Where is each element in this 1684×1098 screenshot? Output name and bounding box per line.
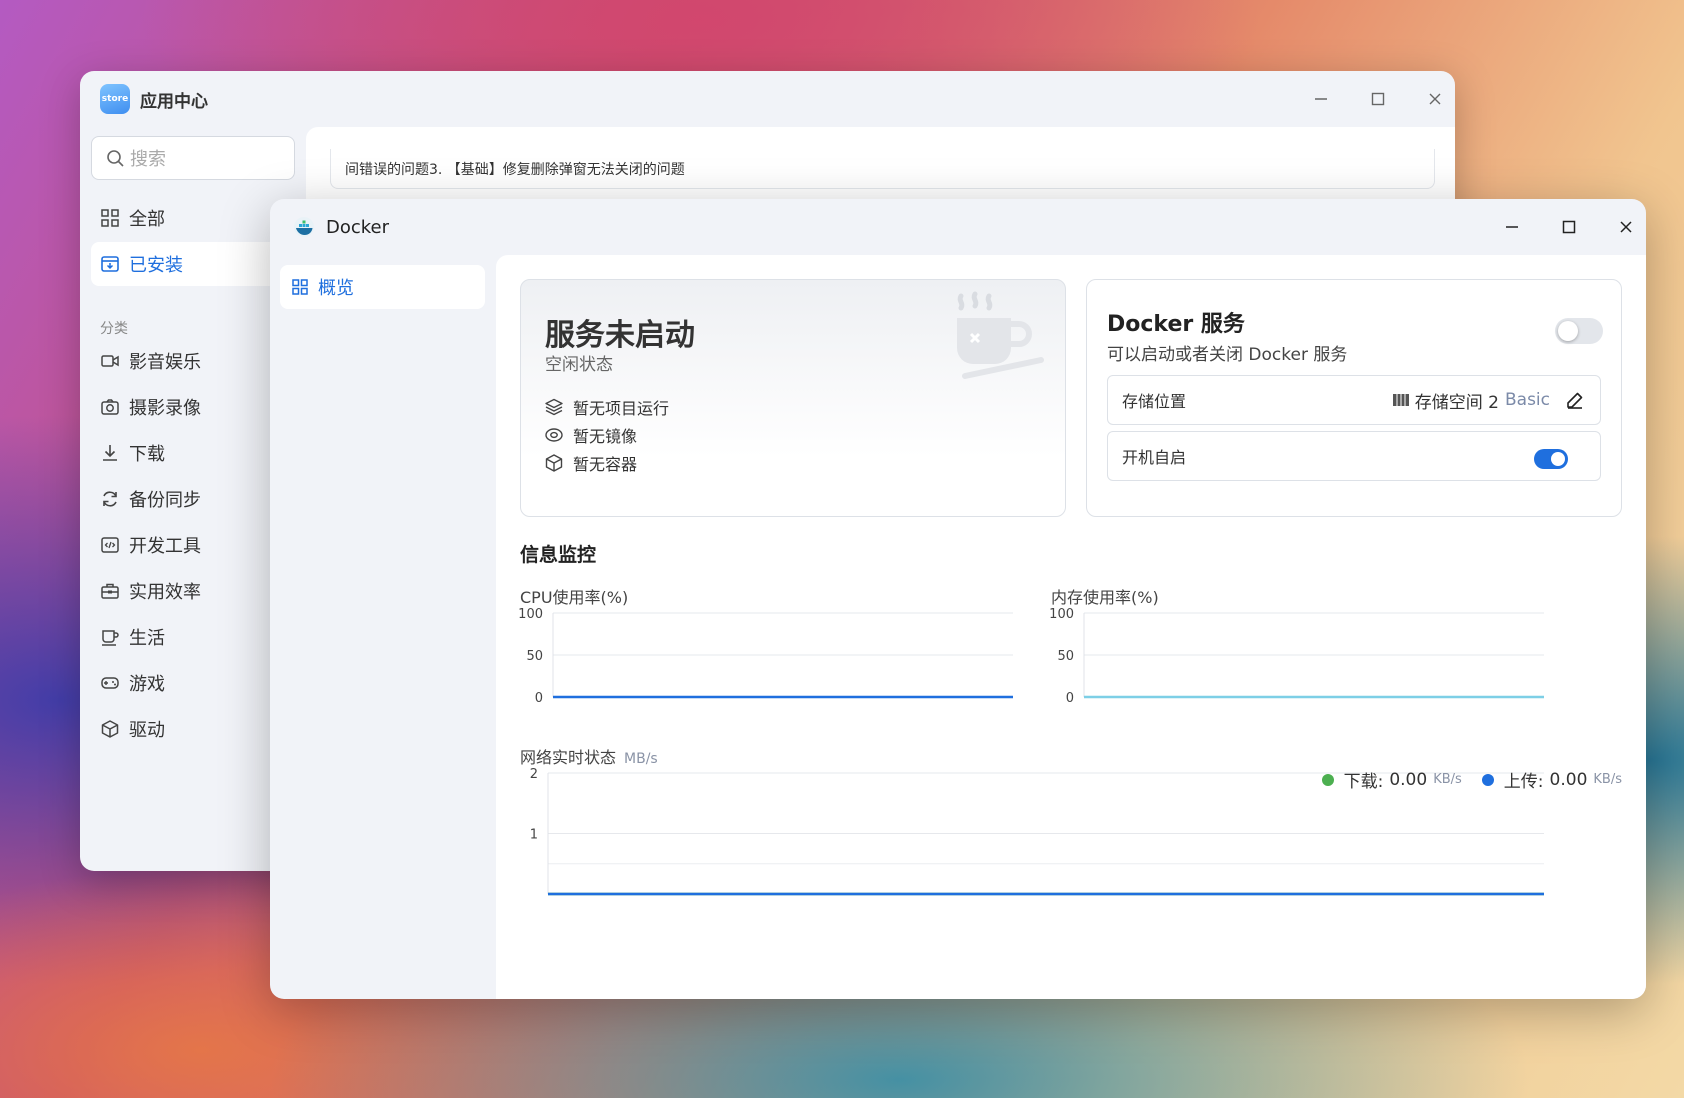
category-item-label: 生活 bbox=[129, 628, 165, 649]
upload-legend-dot bbox=[1481, 773, 1494, 786]
docker-minimize-button[interactable] bbox=[1492, 199, 1532, 255]
y-tick-label: 2 bbox=[530, 767, 538, 782]
category-item-devtools[interactable]: 开发工具 bbox=[91, 523, 295, 567]
docker-window: Docker 概览 服务未启动 空闲状态 暂无项目运行 暂无镜像 暂无容器 Do… bbox=[270, 199, 1646, 999]
category-item-label: 实用效率 bbox=[129, 582, 201, 603]
search-icon bbox=[107, 150, 124, 167]
category-item-games[interactable]: 游戏 bbox=[91, 661, 295, 705]
cup-icon bbox=[102, 630, 119, 646]
sync-icon bbox=[103, 491, 117, 507]
sidebar-item-overview[interactable]: 概览 bbox=[280, 265, 485, 309]
y-tick-label: 0 bbox=[535, 691, 543, 706]
y-tick-label: 100 bbox=[1049, 607, 1074, 622]
nav-item-label: 全部 bbox=[129, 209, 165, 230]
docker-titlebar: Docker bbox=[270, 199, 1646, 255]
minimize-icon bbox=[1315, 98, 1327, 100]
docker-maximize-button[interactable] bbox=[1549, 199, 1589, 255]
category-item-productivity[interactable]: 实用效率 bbox=[91, 569, 295, 613]
app-center-titlebar: store 应用中心 bbox=[80, 71, 1455, 127]
category-item-label: 下载 bbox=[129, 444, 165, 465]
network-label: 网络实时状态 bbox=[520, 748, 617, 767]
toolbox-icon bbox=[101, 583, 119, 599]
category-item-download[interactable]: 下载 bbox=[91, 431, 295, 475]
search-placeholder: 搜索 bbox=[130, 149, 166, 170]
category-item-label: 摄影录像 bbox=[129, 398, 201, 419]
y-tick-label: 0 bbox=[1066, 691, 1074, 706]
upload-unit: KB/s bbox=[1593, 772, 1622, 787]
video-icon bbox=[101, 355, 119, 367]
minimize-button[interactable] bbox=[1301, 71, 1341, 127]
docker-logo-icon bbox=[294, 217, 314, 237]
category-heading: 分类 bbox=[100, 321, 128, 337]
search-input[interactable]: 搜索 bbox=[91, 136, 295, 180]
grid-icon bbox=[101, 209, 119, 227]
category-item-label: 影音娱乐 bbox=[129, 352, 201, 373]
cube-icon bbox=[101, 720, 119, 738]
download-unit: KB/s bbox=[1433, 772, 1462, 787]
close-icon bbox=[1620, 221, 1632, 233]
minimize-icon bbox=[1506, 226, 1518, 228]
sidebar-item-label: 概览 bbox=[318, 278, 354, 299]
category-item-label: 驱动 bbox=[129, 720, 165, 741]
docker-title: Docker bbox=[326, 216, 390, 238]
docker-main: 服务未启动 空闲状态 暂无项目运行 暂无镜像 暂无容器 Docker 服务 可以… bbox=[496, 255, 1646, 999]
upload-value: 0.00 bbox=[1549, 769, 1588, 790]
monitor-charts: 0 50 100 0 50 100 1 2 bbox=[518, 607, 1544, 896]
category-item-drivers[interactable]: 驱动 bbox=[91, 707, 295, 751]
upload-label: 上传: bbox=[1503, 772, 1544, 792]
category-item-label: 开发工具 bbox=[129, 536, 201, 557]
nav-item-all[interactable]: 全部 bbox=[91, 196, 295, 240]
category-item-label: 游戏 bbox=[129, 674, 165, 695]
download-value: 0.00 bbox=[1389, 769, 1428, 790]
nav-item-installed[interactable]: 已安装 bbox=[91, 242, 295, 286]
y-tick-label: 50 bbox=[526, 649, 543, 664]
update-notice: 间错误的问题3. 【基础】修复删除弹窗无法关闭的问题 bbox=[330, 149, 1435, 189]
maximize-icon bbox=[1371, 92, 1385, 106]
installed-icon bbox=[101, 256, 119, 272]
category-item-sync[interactable]: 备份同步 bbox=[91, 477, 295, 521]
app-center-logo-icon: store bbox=[100, 84, 130, 114]
network-legend: 下载: 0.00 KB/s 上传: 0.00 KB/s bbox=[1321, 767, 1622, 792]
close-icon bbox=[1429, 93, 1441, 105]
close-button[interactable] bbox=[1415, 71, 1455, 127]
download-legend-dot bbox=[1321, 773, 1334, 786]
network-unit: MB/s bbox=[624, 751, 658, 767]
category-item-life[interactable]: 生活 bbox=[91, 615, 295, 659]
y-tick-label: 50 bbox=[1057, 649, 1074, 664]
download-label: 下载: bbox=[1343, 772, 1384, 792]
y-tick-label: 1 bbox=[530, 828, 538, 843]
app-center-title: 应用中心 bbox=[140, 91, 208, 112]
maximize-icon bbox=[1562, 220, 1576, 234]
grid-icon bbox=[292, 279, 308, 295]
nav-item-label: 已安装 bbox=[129, 255, 183, 276]
maximize-button[interactable] bbox=[1358, 71, 1398, 127]
code-icon bbox=[101, 537, 119, 553]
category-item-camera[interactable]: 摄影录像 bbox=[91, 385, 295, 429]
network-chart-label: 网络实时状态 MB/s bbox=[520, 744, 658, 768]
download-icon bbox=[103, 445, 117, 461]
docker-close-button[interactable] bbox=[1606, 199, 1646, 255]
camera-icon bbox=[101, 399, 119, 415]
category-item-label: 备份同步 bbox=[129, 490, 201, 511]
category-item-video[interactable]: 影音娱乐 bbox=[91, 339, 295, 383]
gamepad-icon bbox=[101, 677, 119, 689]
y-tick-label: 100 bbox=[518, 607, 543, 622]
